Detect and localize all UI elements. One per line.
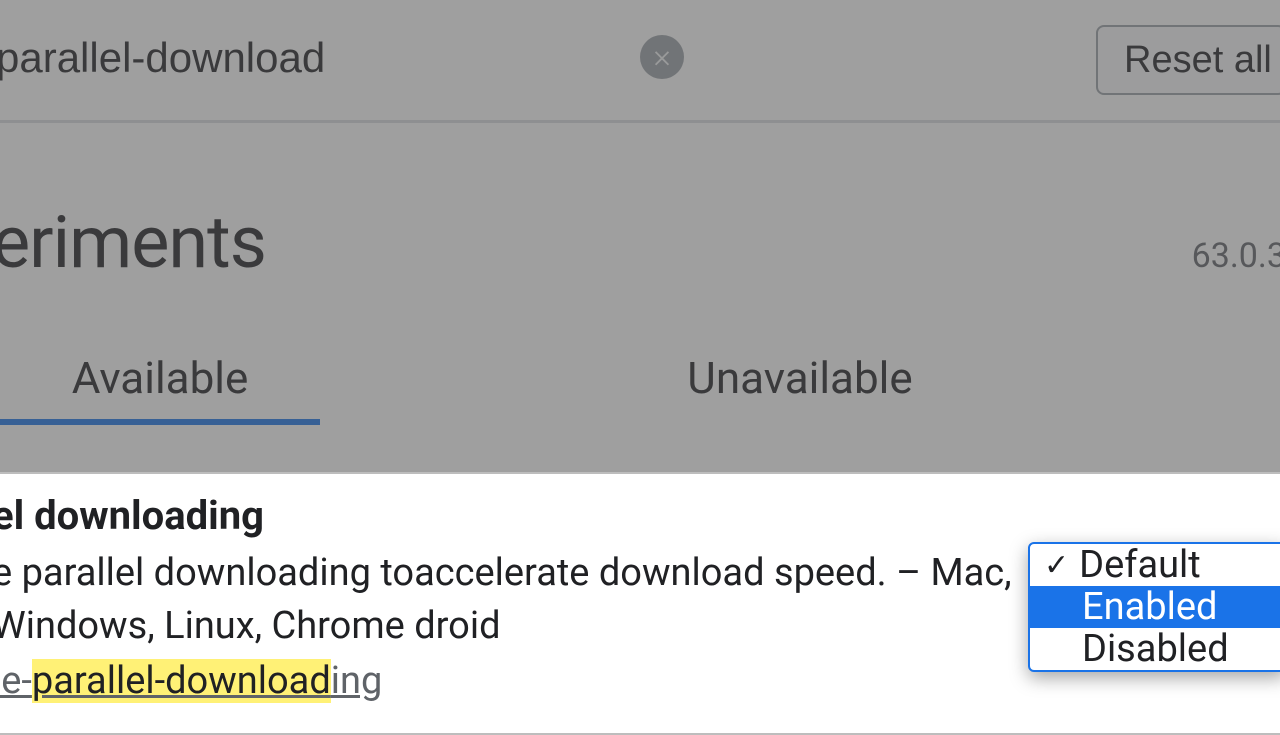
clear-search-button[interactable] [640,35,684,79]
flag-hash-prefix: le- [0,659,32,703]
version-label: 63.0.3 [1192,236,1280,276]
heading-row: eriments 63.0.3 [0,200,1280,285]
flag-description: e parallel downloading toaccelerate down… [0,547,1012,653]
dropdown-option-default[interactable]: Default [1030,544,1280,586]
search-input[interactable] [0,34,636,82]
reset-all-button[interactable]: Reset all to de [1096,25,1280,95]
dropdown-option-enabled[interactable]: Enabled [1030,586,1280,628]
flag-title: el downloading [0,492,1280,539]
flag-state-dropdown[interactable]: DefaultEnabledDisabled [1028,542,1280,672]
tab-unavailable[interactable]: Unavailable [320,330,1280,425]
tab-available[interactable]: Available [0,330,320,425]
page-title: eriments [0,200,266,285]
tabs: Available Unavailable [0,330,1280,425]
header-divider [0,120,1280,123]
flag-hash-suffix: ing [331,659,383,703]
close-icon [651,46,673,68]
flag-hash-highlight: parallel-download [32,659,331,703]
dropdown-option-disabled[interactable]: Disabled [1030,628,1280,670]
search-bar: Reset all to de [0,0,1280,115]
